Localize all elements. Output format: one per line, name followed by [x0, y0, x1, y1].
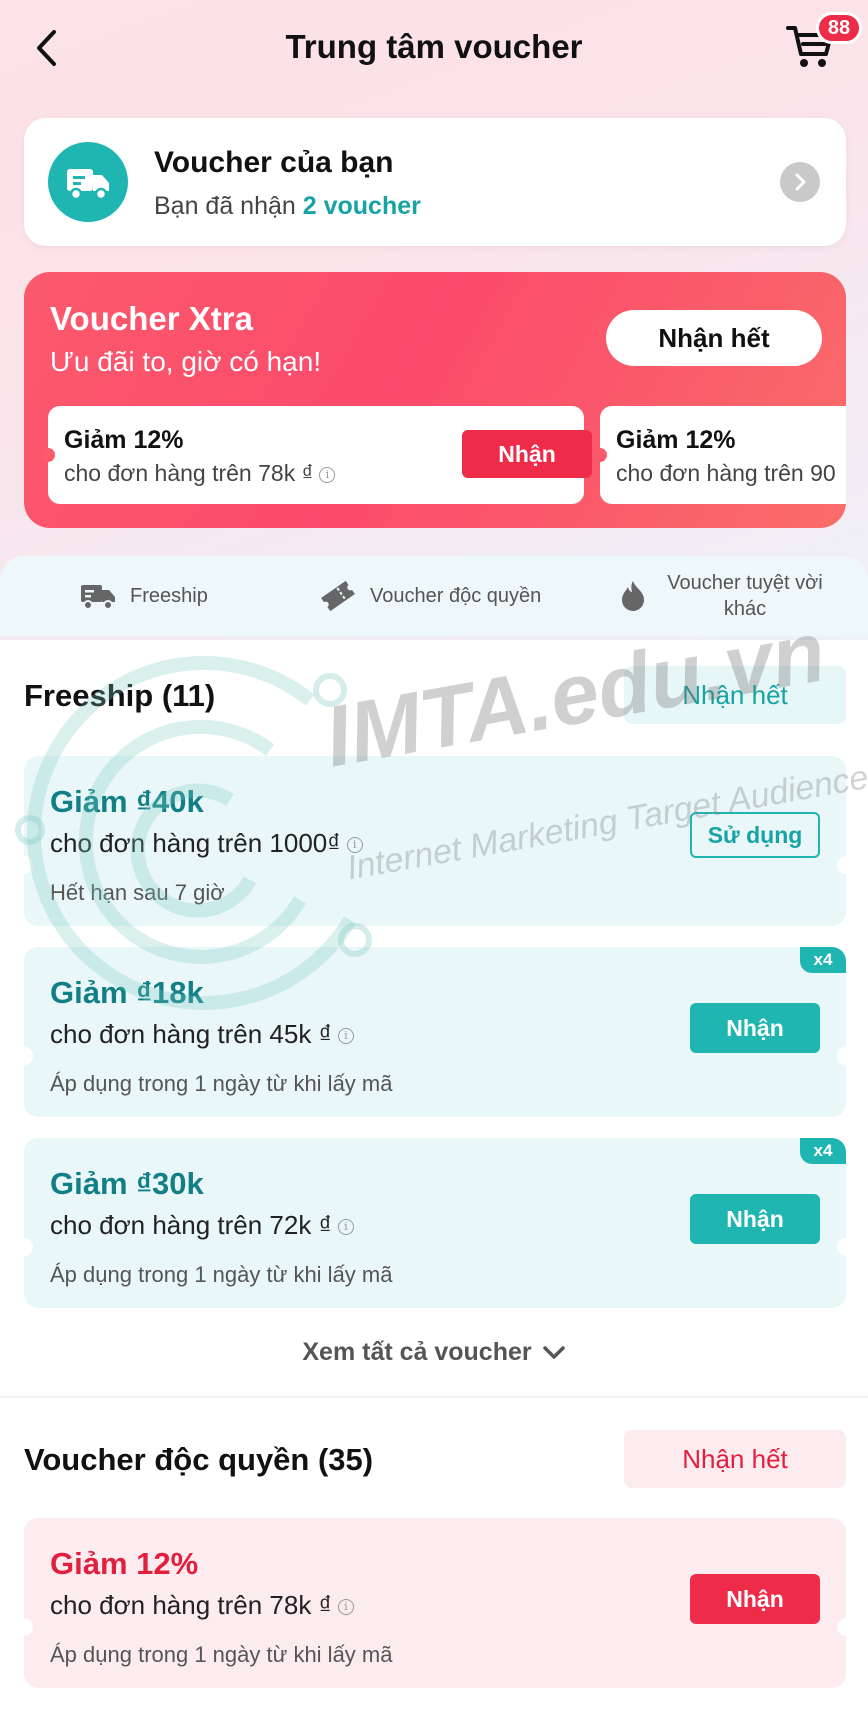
voucher-card: x4 Giảm ₫18k cho đơn hàng trên 45k ₫ i Áp… [15, 947, 855, 1117]
claim-button[interactable]: Nhận [690, 1194, 820, 1244]
freeship-claim-all-button[interactable]: Nhận hết [624, 666, 846, 724]
tab-label: Voucher độc quyền [370, 584, 542, 607]
voucher-condition: cho đơn hàng trên 72k ₫ i [50, 1210, 354, 1241]
truck-icon [48, 142, 128, 222]
exclusive-claim-all-button[interactable]: Nhận hết [624, 1430, 846, 1488]
voucher-condition-text: cho đơn hàng trên 78k ₫ [64, 460, 314, 486]
header: Trung tâm voucher 88 [0, 0, 868, 100]
ticket-icon [320, 580, 356, 612]
my-vouchers-prefix: Bạn đã nhận [154, 192, 296, 220]
xtra-title: Voucher Xtra [50, 300, 253, 337]
exclusive-section-title: Voucher độc quyền (35) [24, 1442, 374, 1477]
chevron-down-icon [542, 1345, 565, 1359]
info-icon[interactable]: i [337, 1599, 354, 1616]
tab-label: Freeship [130, 584, 208, 607]
claim-button[interactable]: Nhận [462, 430, 592, 478]
my-vouchers-card[interactable]: Voucher của bạn Bạn đã nhận 2 voucher [24, 118, 846, 246]
category-tabs: Freeship Voucher độc quyền Voucher tuyệt… [0, 556, 868, 636]
voucher-condition: cho đơn hàng trên 78k ₫ i [50, 1590, 354, 1621]
voucher-title: Giảm 12% [50, 1546, 199, 1581]
cart-count-badge: 88 [816, 12, 862, 44]
quantity-badge: x4 [800, 1138, 846, 1164]
voucher-title: Giảm 12% [616, 426, 736, 454]
voucher-card: Giảm ₫40k cho đơn hàng trên 1000₫ i Hết h… [15, 756, 855, 926]
claim-button[interactable]: Nhận [690, 1574, 820, 1624]
voucher-title: Giảm 12% [64, 426, 184, 454]
voucher-card: x4 Giảm ₫30k cho đơn hàng trên 72k ₫ i Áp… [15, 1138, 855, 1308]
voucher-title: Giảm ₫30k [50, 1166, 204, 1201]
freeship-section-title: Freeship (11) [24, 678, 216, 713]
tab-exclusive-voucher[interactable]: Voucher độc quyền [320, 556, 541, 636]
flame-icon [620, 580, 646, 612]
my-vouchers-title: Voucher của bạn [154, 146, 394, 179]
voucher-condition: cho đơn hàng trên 45k ₫ i [50, 1019, 354, 1050]
voucher-condition-text: cho đơn hàng trên 78k ₫ [50, 1590, 332, 1620]
info-icon[interactable]: i [337, 1028, 354, 1045]
voucher-condition-text: cho đơn hàng trên 45k ₫ [50, 1019, 332, 1049]
quantity-badge: x4 [800, 947, 846, 973]
my-vouchers-count: 2 voucher [302, 192, 421, 220]
voucher-condition: cho đơn hàng trên 78k ₫ i [64, 460, 336, 487]
voucher-title: Giảm ₫40k [50, 784, 204, 819]
voucher-title: Giảm ₫18k [50, 975, 204, 1010]
see-all-label: Xem tất cả voucher [302, 1338, 532, 1366]
voucher-expiry: Hết hạn sau 7 giờ [50, 880, 225, 905]
tab-other-vouchers[interactable]: Voucher tuyệt vời khác [620, 556, 830, 636]
page-title: Trung tâm voucher [285, 28, 583, 65]
xtra-claim-all-button[interactable]: Nhận hết [606, 310, 822, 366]
info-icon[interactable]: i [319, 466, 336, 483]
voucher-validity: Áp dụng trong 1 ngày từ khi lấy mã [50, 1642, 393, 1667]
use-voucher-button[interactable]: Sử dụng [690, 812, 820, 858]
voucher-xtra-banner: Voucher Xtra Ưu đãi to, giờ có hạn! Nhận… [24, 272, 846, 528]
truck-icon [80, 582, 116, 610]
tab-freeship[interactable]: Freeship [80, 556, 208, 636]
section-divider [0, 1396, 868, 1398]
voucher-condition: cho đơn hàng trên 90 [616, 460, 836, 486]
claim-button[interactable]: Nhận [690, 1003, 820, 1053]
chevron-right-icon[interactable] [780, 162, 820, 202]
voucher-condition-text: cho đơn hàng trên 72k ₫ [50, 1210, 332, 1240]
xtra-voucher-card: Giảm 12% cho đơn hàng trên 78k ₫ i Nhận [41, 406, 592, 504]
voucher-card: Giảm 12% cho đơn hàng trên 78k ₫ i Áp dụn… [15, 1518, 855, 1688]
voucher-validity: Áp dụng trong 1 ngày từ khi lấy mã [50, 1262, 393, 1287]
tab-label: Voucher tuyệt vời khác [667, 572, 823, 620]
xtra-subtitle: Ưu đãi to, giờ có hạn! [50, 346, 322, 377]
voucher-condition-text: cho đơn hàng trên 1000₫ [50, 828, 341, 858]
see-all-vouchers-link[interactable]: Xem tất cả voucher [0, 1338, 868, 1367]
info-icon[interactable]: i [346, 837, 363, 854]
voucher-condition: cho đơn hàng trên 1000₫ i [50, 828, 363, 859]
voucher-validity: Áp dụng trong 1 ngày từ khi lấy mã [50, 1071, 393, 1096]
my-vouchers-subtitle: Bạn đã nhận 2 voucher [154, 192, 421, 221]
xtra-voucher-card: Giảm 12% cho đơn hàng trên 90 [593, 406, 846, 504]
info-icon[interactable]: i [337, 1219, 354, 1236]
